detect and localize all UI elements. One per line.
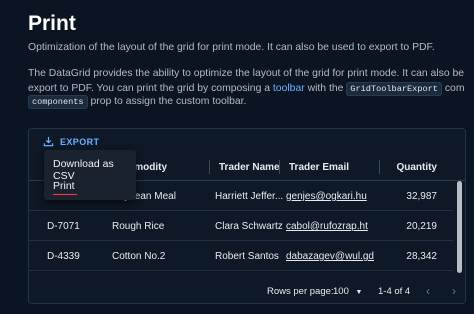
column-separator[interactable]: [279, 160, 280, 174]
column-header-trader-name[interactable]: Trader Name: [219, 162, 280, 173]
caret-down-icon: ▼: [355, 289, 363, 296]
description-text: export to PDF. You can print the grid by…: [28, 83, 271, 94]
pagination-range: 1-4 of 4: [378, 286, 411, 297]
cell-quantity: 20,219: [406, 221, 437, 232]
export-button[interactable]: EXPORT: [43, 136, 99, 147]
next-page-icon[interactable]: ›: [452, 284, 456, 298]
cell-trader-email[interactable]: genjes@ogkari.hu: [286, 191, 367, 202]
rows-per-page-label: Rows per page:: [267, 286, 334, 297]
cell-commodity: Rough Rice: [112, 221, 165, 232]
vertical-scrollbar[interactable]: [454, 181, 464, 277]
code-components: components: [28, 95, 88, 109]
export-label: EXPORT: [60, 136, 100, 147]
previous-page-icon[interactable]: ‹: [426, 284, 430, 298]
download-icon: [43, 136, 54, 147]
cell-commodity: Cotton No.2: [112, 251, 166, 262]
description-text: prop to assign the custom toolbar.: [90, 96, 247, 107]
export-menu: Download as CSV Print: [44, 150, 136, 200]
cell-quantity: 28,342: [406, 251, 437, 262]
focus-underline: [53, 194, 77, 195]
column-separator[interactable]: [379, 160, 380, 174]
cell-quantity: 32,987: [406, 191, 437, 202]
cell-id: D-7071: [47, 221, 80, 232]
cell-trader-email[interactable]: cabol@rufozrap.ht: [286, 221, 368, 232]
column-header-trader-email[interactable]: Trader Email: [289, 162, 349, 173]
column-header-quantity[interactable]: Quantity: [396, 162, 437, 173]
description-line-1: The DataGrid provides the ability to opt…: [28, 68, 464, 79]
description-text: component. Use the: [444, 83, 464, 94]
rows-per-page-value: 100: [333, 286, 349, 297]
description-text: with the: [307, 83, 344, 94]
page-title: Print: [28, 12, 76, 35]
description-line-3: components prop to assign the custom too…: [28, 94, 464, 110]
intro-paragraph: Optimization of the layout of the grid f…: [28, 42, 435, 53]
column-separator[interactable]: [209, 160, 210, 174]
cell-id: D-4339: [47, 251, 80, 262]
menu-item-download-csv[interactable]: Download as CSV: [53, 158, 136, 182]
scrollbar-thumb[interactable]: [457, 181, 462, 273]
rows-per-page-select[interactable]: 100 ▼: [333, 286, 362, 297]
table-row[interactable]: D-4339 Cotton No.2 Robert Santos dabazag…: [29, 241, 453, 271]
cell-trader-name: Robert Santos: [215, 251, 279, 262]
pagination-footer: Rows per page: 100 ▼ 1-4 of 4 ‹ ›: [29, 277, 465, 303]
menu-item-print[interactable]: Print: [53, 180, 75, 192]
table-row[interactable]: D-7071 Rough Rice Clara Schwartz cabol@r…: [29, 211, 453, 241]
cell-trader-name: Clara Schwartz: [215, 221, 283, 232]
cell-trader-name: Harriett Jeffer...: [215, 191, 284, 202]
toolbar-link[interactable]: toolbar: [273, 83, 305, 94]
cell-trader-email[interactable]: dabazagev@wul.gd: [286, 251, 374, 262]
